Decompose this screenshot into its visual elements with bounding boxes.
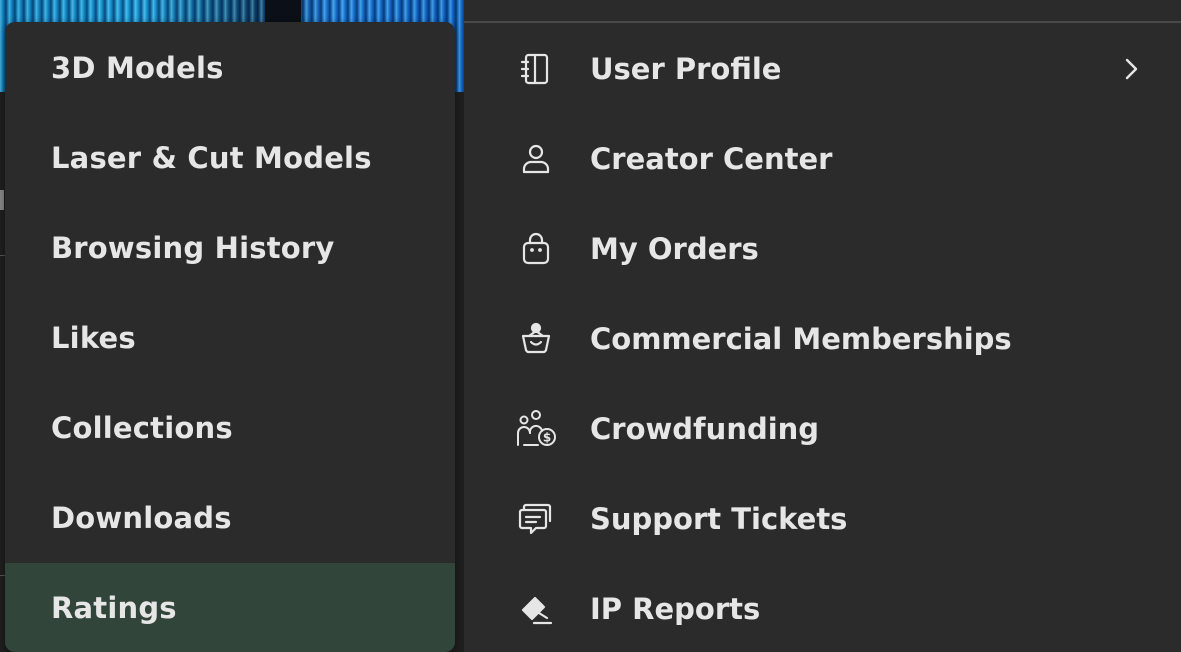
left-menu-item-downloads[interactable]: Downloads (5, 473, 455, 563)
left-menu-item-collections[interactable]: Collections (5, 383, 455, 473)
right-menu-item-label: My Orders (590, 232, 759, 266)
left-menu-item-label: Collections (51, 411, 233, 445)
chat-ticket-icon (514, 501, 558, 537)
right-menu-item-label: Creator Center (590, 142, 833, 176)
right-menu-item-creator-center[interactable]: Creator Center (464, 114, 1181, 204)
right-menu-item-label: IP Reports (590, 592, 761, 626)
right-menu-item-label: Support Tickets (590, 502, 848, 536)
screen: 3D Models Laser & Cut Models Browsing Hi… (0, 0, 1181, 652)
left-menu-item-label: Laser & Cut Models (51, 141, 372, 175)
right-dropdown-menu: User Profile Creator Center My Orders Co… (464, 0, 1181, 652)
user-icon (514, 141, 558, 177)
crowdfunding-icon: $ (514, 410, 558, 447)
left-menu-item-label: Downloads (51, 501, 232, 535)
shopping-bag-icon (514, 231, 558, 267)
left-menu-item-laser-cut-models[interactable]: Laser & Cut Models (5, 113, 455, 203)
left-menu-item-3d-models[interactable]: 3D Models (5, 23, 455, 113)
right-menu-item-my-orders[interactable]: My Orders (464, 204, 1181, 294)
chevron-right-icon (1117, 55, 1145, 83)
left-menu-item-browsing-history[interactable]: Browsing History (5, 203, 455, 293)
left-dropdown-menu: 3D Models Laser & Cut Models Browsing Hi… (5, 22, 455, 652)
left-menu-item-label: Ratings (51, 591, 177, 625)
left-menu-item-label: Likes (51, 321, 136, 355)
right-menu-item-crowdfunding[interactable]: $ Crowdfunding (464, 384, 1181, 474)
background-fragment (0, 190, 4, 210)
left-menu-item-label: Browsing History (51, 231, 335, 265)
right-menu-list: User Profile Creator Center My Orders Co… (464, 24, 1181, 652)
left-menu-item-likes[interactable]: Likes (5, 293, 455, 383)
right-menu-item-user-profile[interactable]: User Profile (464, 24, 1181, 114)
right-menu-item-label: Crowdfunding (590, 412, 820, 446)
membership-basket-icon (514, 321, 558, 357)
left-menu-item-label: 3D Models (51, 51, 224, 85)
svg-text:$: $ (543, 431, 551, 445)
notebook-icon (514, 51, 558, 87)
right-menu-item-commercial-memberships[interactable]: Commercial Memberships (464, 294, 1181, 384)
right-menu-item-label: User Profile (590, 52, 782, 86)
gavel-icon (514, 591, 558, 627)
right-menu-item-ip-reports[interactable]: IP Reports (464, 564, 1181, 652)
menu-divider (464, 21, 1181, 23)
left-menu-item-ratings[interactable]: Ratings (5, 563, 455, 652)
right-menu-item-label: Commercial Memberships (590, 322, 1012, 356)
right-menu-item-support-tickets[interactable]: Support Tickets (464, 474, 1181, 564)
